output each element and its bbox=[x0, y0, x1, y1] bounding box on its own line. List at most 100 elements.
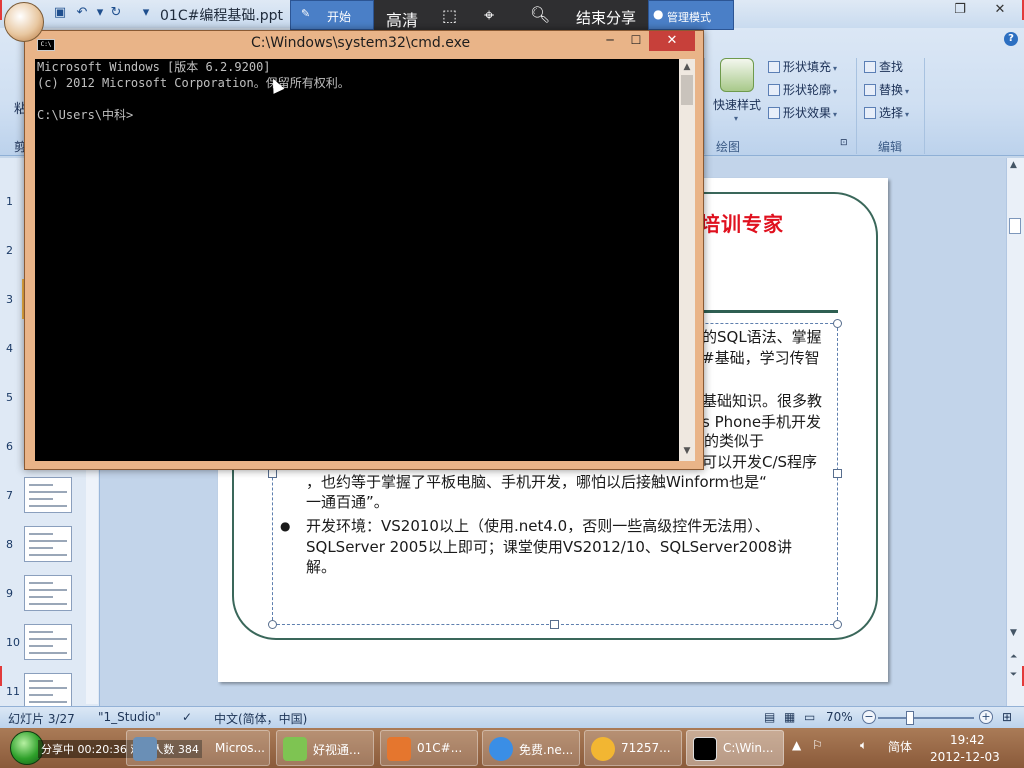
slide-text-line: 一通百通”。 bbox=[306, 493, 389, 511]
theme-name: "1_Studio" bbox=[98, 710, 161, 724]
taskbar-app-haoshitong[interactable]: 好视通... bbox=[276, 730, 374, 766]
internet-explorer-icon bbox=[489, 737, 513, 761]
console-line: Microsoft Windows [版本 6.2.9200] bbox=[37, 60, 271, 74]
cmd-minimize-icon[interactable]: ─ bbox=[599, 31, 621, 51]
pin-icon[interactable]: ✎ bbox=[301, 7, 310, 20]
cmd-scroll-thumb[interactable] bbox=[681, 75, 693, 105]
cursor-icon bbox=[864, 107, 876, 119]
scroll-up-icon[interactable]: ▲ bbox=[1010, 160, 1017, 170]
resize-handle[interactable] bbox=[268, 620, 277, 629]
clock-date[interactable]: 2012-12-03 bbox=[930, 750, 1000, 764]
taskbar-app-qq[interactable]: 71257... bbox=[584, 730, 682, 766]
shape-fill-button[interactable]: 形状填充 ▾ bbox=[768, 58, 837, 75]
cmd-close-button[interactable]: ✕ bbox=[649, 31, 695, 51]
shape-effect-button[interactable]: 形状效果 ▾ bbox=[768, 104, 837, 121]
scroll-down-icon[interactable]: ▼ bbox=[1010, 628, 1017, 638]
thumbnail-number: 8 bbox=[6, 538, 13, 551]
pen-icon bbox=[768, 84, 780, 96]
normal-view-icon[interactable]: ▤ bbox=[764, 710, 775, 724]
quick-access-customize-icon[interactable]: ▾ bbox=[138, 5, 154, 21]
bullet-icon: ● bbox=[280, 519, 291, 533]
save-icon[interactable]: ▣ bbox=[52, 5, 68, 21]
admin-mode-button[interactable]: 管理模式 bbox=[667, 9, 711, 25]
slide-text-line: 的类似于 bbox=[704, 432, 765, 450]
zoom-icon[interactable]: 🔍︎ bbox=[530, 5, 550, 24]
taskbar-app-ie[interactable]: 免费.ne... bbox=[482, 730, 580, 766]
office-button[interactable] bbox=[4, 2, 44, 42]
network-icon[interactable]: ⚐ bbox=[812, 738, 823, 752]
find-button[interactable]: 查找 bbox=[864, 58, 903, 75]
thumbnail-number: 6 bbox=[6, 440, 13, 453]
clock-time[interactable]: 19:42 bbox=[950, 733, 985, 747]
ribbon-separator bbox=[704, 58, 705, 154]
tray-expand-icon[interactable]: ▲ bbox=[792, 738, 801, 752]
language-indicator[interactable]: 中文(简体，中国) bbox=[214, 710, 307, 727]
undo-dropdown-icon[interactable]: ▾ bbox=[92, 5, 108, 21]
resize-handle[interactable] bbox=[550, 620, 559, 629]
shape-outline-button[interactable]: 形状轮廓 ▾ bbox=[768, 81, 837, 98]
console-prompt[interactable]: C:\Users\中科> bbox=[37, 107, 133, 123]
admin-avatar-icon: ● bbox=[653, 7, 664, 21]
cmd-window-title: C:\Windows\system32\cmd.exe bbox=[251, 35, 471, 51]
previous-slide-icon[interactable]: ⏶ bbox=[1010, 652, 1017, 662]
fit-to-window-icon[interactable]: ⊞ bbox=[1002, 710, 1012, 724]
slide-count: 幻灯片 3/27 bbox=[8, 712, 75, 726]
spelling-check-icon[interactable]: ✓ bbox=[182, 710, 192, 724]
resize-handle[interactable] bbox=[833, 620, 842, 629]
thumbnail-number: 9 bbox=[6, 587, 13, 600]
cmd-scroll-down-icon[interactable]: ▼ bbox=[681, 445, 693, 457]
select-button[interactable]: 选择 ▾ bbox=[864, 104, 909, 121]
slide-thumbnail[interactable] bbox=[24, 673, 72, 709]
drawing-dialog-launcher-icon[interactable]: ⊡ bbox=[840, 138, 848, 148]
undo-icon[interactable]: ↶ bbox=[74, 5, 90, 21]
zoom-level[interactable]: 70% bbox=[826, 710, 853, 724]
quick-style-caret-icon[interactable]: ▾ bbox=[732, 110, 738, 124]
zoom-slider-thumb[interactable] bbox=[906, 711, 914, 725]
scroll-thumb[interactable] bbox=[1009, 218, 1021, 234]
ime-indicator[interactable]: 简体 bbox=[888, 738, 912, 755]
ppt-close-icon[interactable]: ✕ bbox=[982, 0, 1018, 22]
slide-thumbnail[interactable] bbox=[24, 477, 72, 513]
help-icon[interactable]: ? bbox=[1004, 32, 1018, 46]
replace-button[interactable]: 替换 ▾ bbox=[864, 81, 909, 98]
binoculars-icon bbox=[864, 61, 876, 73]
quick-style-icon[interactable] bbox=[720, 58, 754, 92]
thumbnail-number: 3 bbox=[6, 293, 13, 306]
cmd-maximize-icon[interactable]: ☐ bbox=[625, 31, 647, 51]
ppt-restore-icon[interactable]: ❐ bbox=[946, 0, 974, 22]
cmd-scroll-up-icon[interactable]: ▲ bbox=[681, 61, 693, 73]
cmd-window-icon[interactable]: C:\ bbox=[37, 39, 55, 51]
slide-thumbnail[interactable] bbox=[24, 624, 72, 660]
crosshair-icon[interactable]: ⌖ bbox=[484, 5, 494, 26]
resize-handle[interactable] bbox=[833, 469, 842, 478]
cmd-scrollbar[interactable]: ▲ ▼ bbox=[679, 59, 695, 461]
zoom-slider-track[interactable] bbox=[878, 717, 974, 719]
zoom-in-icon[interactable]: + bbox=[979, 710, 993, 724]
select-region-icon[interactable]: ⬚ bbox=[442, 6, 457, 25]
taskbar-app-ppt-file[interactable]: 01C#... bbox=[380, 730, 478, 766]
slide-thumbnail[interactable] bbox=[24, 575, 72, 611]
hd-button[interactable]: 高清 bbox=[386, 7, 418, 31]
vertical-scrollbar[interactable]: ▲ ▼ ⏶ ⏷ bbox=[1006, 158, 1024, 706]
next-slide-icon[interactable]: ⏷ bbox=[1010, 670, 1017, 680]
app-icon bbox=[283, 737, 307, 761]
thumbnail-number: 5 bbox=[6, 391, 13, 404]
taskbar-app-cmd[interactable]: C:\Win... bbox=[686, 730, 784, 766]
end-share-button[interactable]: 结束分享 bbox=[576, 7, 636, 28]
slideshow-icon[interactable]: ▭ bbox=[804, 710, 815, 724]
zoom-out-icon[interactable]: − bbox=[862, 710, 876, 724]
thumbnail-number: 10 bbox=[6, 636, 20, 649]
thumbnail-number: 7 bbox=[6, 489, 13, 502]
slide-sorter-icon[interactable]: ▦ bbox=[784, 710, 795, 724]
cmd-window[interactable]: C:\ C:\Windows\system32\cmd.exe ─ ☐ ✕ Mi… bbox=[24, 30, 704, 470]
redo-icon[interactable]: ↻ bbox=[108, 5, 124, 21]
replace-icon bbox=[864, 84, 876, 96]
taskbar-app-powerpoint-share[interactable]: Micros... bbox=[126, 730, 270, 766]
resize-handle[interactable] bbox=[833, 319, 842, 328]
volume-icon[interactable]: 🔈︎ bbox=[860, 738, 867, 753]
slide-heading: 培训专家 bbox=[700, 212, 784, 236]
resize-handle[interactable] bbox=[268, 469, 277, 478]
console-output[interactable]: Microsoft Windows [版本 6.2.9200] (c) 2012… bbox=[35, 59, 679, 461]
share-start-button[interactable]: 开始 bbox=[327, 8, 351, 25]
slide-thumbnail[interactable] bbox=[24, 526, 72, 562]
